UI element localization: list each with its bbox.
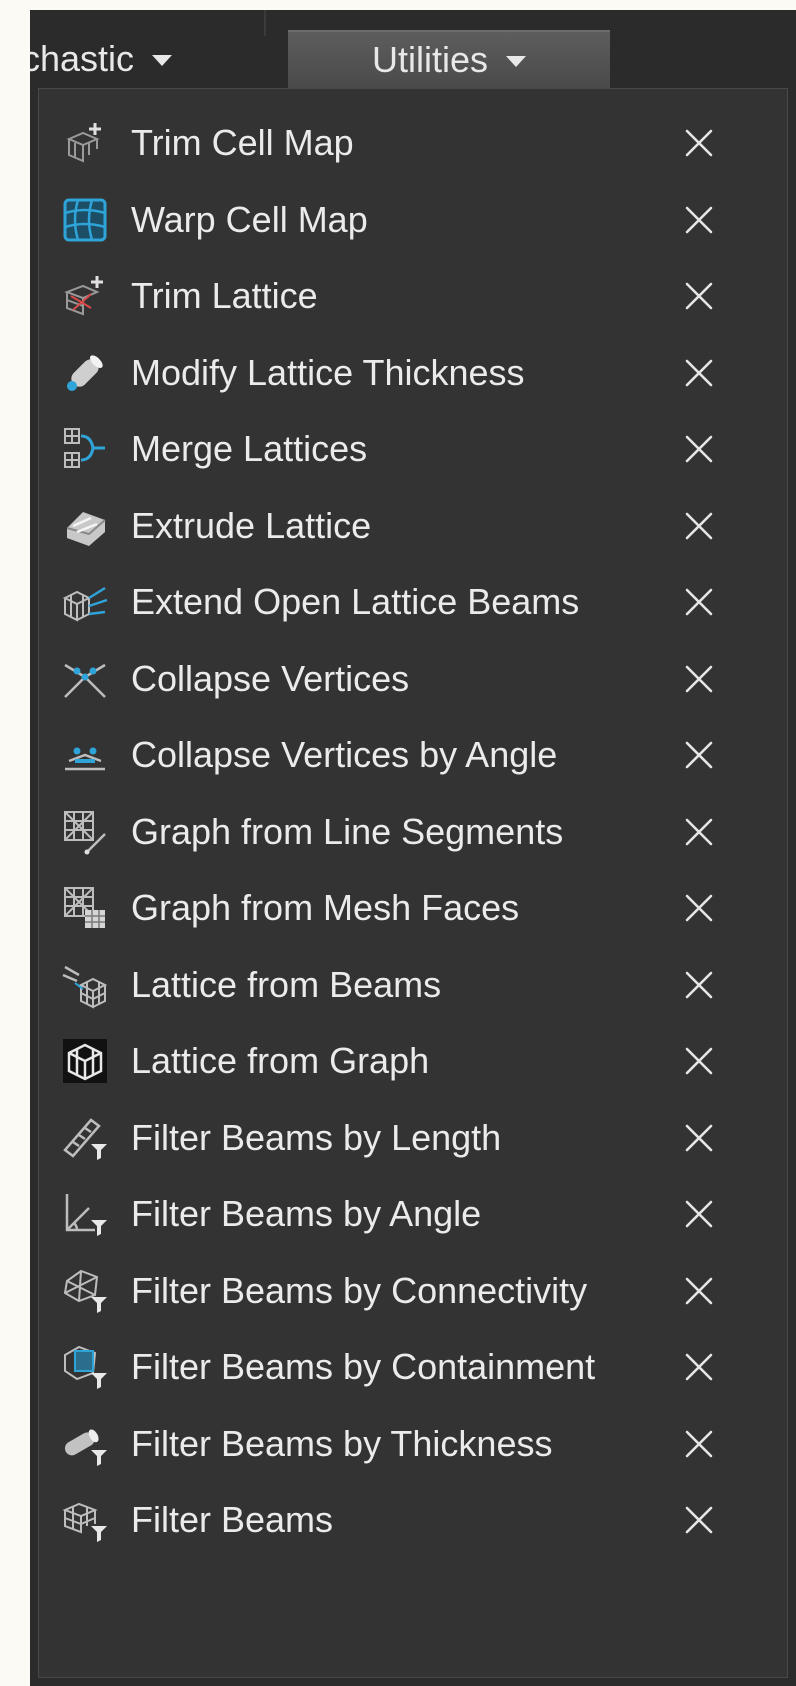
menu-tab-utilities[interactable]: Utilities — [288, 30, 610, 88]
menu-item-label: Filter Beams — [131, 1499, 334, 1540]
menu-item-label: Graph from Line Segments — [131, 810, 564, 852]
menu-item-label: Filter Beams by Connectivity — [131, 1269, 588, 1311]
menu-item-extrude-lattice[interactable]: Extrude Lattice — [39, 488, 787, 564]
menu-item-warp-cell-map[interactable]: Warp Cell Map — [39, 182, 787, 258]
collapse-vertices-by-angle-icon — [61, 731, 109, 779]
menu-item-graph-from-line-segments[interactable]: Graph from Line Segments — [39, 794, 787, 870]
menu-item-label: Lattice from Graph — [131, 1040, 430, 1081]
lattice-from-beams-icon — [61, 961, 109, 1009]
chevron-down-icon — [506, 55, 526, 67]
filter-beams-icon — [61, 1496, 109, 1544]
graph-from-mesh-faces-icon — [61, 884, 109, 932]
menu-item-label: Modify Lattice Thickness — [131, 351, 525, 393]
filter-beams-by-length-icon — [61, 1114, 109, 1162]
filter-beams-by-connectivity-icon — [61, 1267, 109, 1315]
close-icon[interactable] — [677, 810, 721, 854]
filter-beams-by-containment-icon — [61, 1343, 109, 1391]
close-icon[interactable] — [677, 1498, 721, 1542]
close-icon[interactable] — [677, 1422, 721, 1466]
close-icon[interactable] — [677, 121, 721, 165]
menu-item-label: Merge Lattices — [131, 428, 368, 469]
menu-item-modify-lattice-thickness[interactable]: Modify Lattice Thickness — [39, 335, 787, 411]
menu-bar-divider — [264, 10, 266, 36]
menu-item-label: Lattice from Beams — [131, 963, 442, 1005]
close-icon[interactable] — [677, 1345, 721, 1389]
close-icon[interactable] — [677, 657, 721, 701]
menu-bar: chastic Utilities — [30, 10, 796, 90]
close-icon[interactable] — [677, 886, 721, 930]
extend-open-lattice-beams-icon — [61, 578, 109, 626]
close-icon[interactable] — [677, 580, 721, 624]
collapse-vertices-icon — [61, 655, 109, 703]
menu-item-label: Filter Beams by Angle — [131, 1193, 482, 1234]
menu-item-filter-beams-by-length[interactable]: Filter Beams by Length — [39, 1100, 787, 1176]
utilities-dropdown-menu: Trim Cell Map Warp Cell Map Trim Lattice Mo… — [38, 88, 788, 1678]
menu-item-extend-open-lattice-beams[interactable]: Extend Open Lattice Beams — [39, 564, 787, 640]
menu-item-label: Warp Cell Map — [131, 198, 368, 240]
extrude-lattice-icon — [61, 502, 109, 550]
menu-item-label: Filter Beams by Containment — [131, 1346, 596, 1387]
menu-item-filter-beams-by-angle[interactable]: Filter Beams by Angle — [39, 1176, 787, 1252]
menu-item-filter-beams[interactable]: Filter Beams — [39, 1482, 787, 1558]
menu-item-label: Trim Cell Map — [131, 122, 354, 163]
filter-beams-by-thickness-icon — [61, 1420, 109, 1468]
close-icon[interactable] — [677, 733, 721, 777]
menu-tab-stochastic-label: chastic — [30, 38, 135, 79]
warp-cell-map-icon — [61, 196, 109, 244]
menu-item-filter-beams-by-containment[interactable]: Filter Beams by Containment — [39, 1329, 787, 1405]
chevron-down-icon — [152, 54, 173, 66]
menu-item-label: Filter Beams by Length — [131, 1116, 502, 1158]
menu-item-label: Trim Lattice — [131, 275, 318, 316]
close-icon[interactable] — [677, 198, 721, 242]
close-icon[interactable] — [677, 963, 721, 1007]
app-window: chastic Utilities Trim Cell Map Warp Cell… — [30, 10, 796, 1686]
trim-cell-map-icon — [61, 119, 109, 167]
modify-lattice-thickness-icon — [61, 349, 109, 397]
menu-item-filter-beams-by-thickness[interactable]: Filter Beams by Thickness — [39, 1406, 787, 1482]
filter-beams-by-angle-icon — [61, 1190, 109, 1238]
close-icon[interactable] — [677, 427, 721, 471]
menu-tab-stochastic[interactable]: chastic — [30, 30, 173, 88]
close-icon[interactable] — [677, 351, 721, 395]
close-icon[interactable] — [677, 1269, 721, 1313]
menu-tab-utilities-label: Utilities — [371, 39, 488, 80]
menu-item-label: Filter Beams by Thickness — [131, 1422, 553, 1464]
menu-item-lattice-from-beams[interactable]: Lattice from Beams — [39, 947, 787, 1023]
menu-item-merge-lattices[interactable]: Merge Lattices — [39, 411, 787, 487]
menu-item-label: Extrude Lattice — [131, 504, 372, 546]
menu-item-graph-from-mesh-faces[interactable]: Graph from Mesh Faces — [39, 870, 787, 946]
trim-lattice-icon — [61, 272, 109, 320]
menu-item-collapse-vertices[interactable]: Collapse Vertices — [39, 641, 787, 717]
menu-item-label: Extend Open Lattice Beams — [131, 581, 580, 622]
menu-item-filter-beams-by-connectivity[interactable]: Filter Beams by Connectivity — [39, 1253, 787, 1329]
menu-item-collapse-vertices-by-angle[interactable]: Collapse Vertices by Angle — [39, 717, 787, 793]
menu-item-trim-lattice[interactable]: Trim Lattice — [39, 258, 787, 334]
lattice-from-graph-icon — [61, 1037, 109, 1085]
close-icon[interactable] — [677, 1192, 721, 1236]
close-icon[interactable] — [677, 1039, 721, 1083]
graph-from-line-segments-icon — [61, 808, 109, 856]
menu-item-lattice-from-graph[interactable]: Lattice from Graph — [39, 1023, 787, 1099]
menu-item-label: Collapse Vertices by Angle — [131, 734, 558, 775]
close-icon[interactable] — [677, 274, 721, 318]
menu-item-label: Collapse Vertices — [131, 657, 410, 699]
menu-item-trim-cell-map[interactable]: Trim Cell Map — [39, 105, 787, 181]
menu-item-label: Graph from Mesh Faces — [131, 887, 520, 928]
close-icon[interactable] — [677, 1116, 721, 1160]
merge-lattices-icon — [61, 425, 109, 473]
close-icon[interactable] — [677, 504, 721, 548]
